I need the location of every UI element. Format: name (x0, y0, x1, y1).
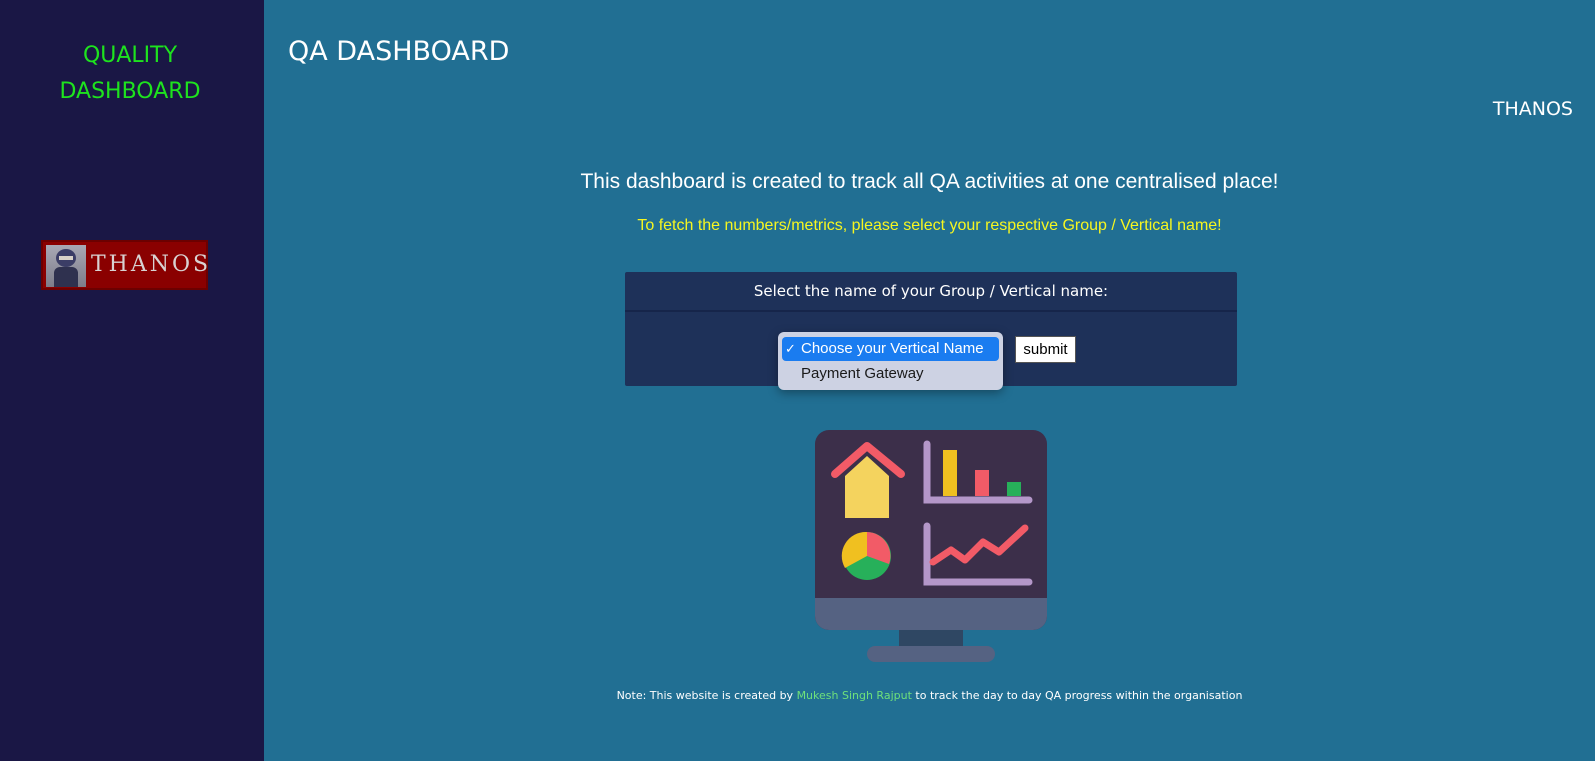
footer-prefix: Note: This website is created by (616, 689, 794, 702)
page-title: QA DASHBOARD (288, 36, 510, 67)
submit-button[interactable]: submit (1015, 336, 1076, 363)
brand-line-2: DASHBOARD (59, 79, 201, 104)
sidebar: QUALITY DASHBOARD THANOS (0, 0, 264, 761)
headline: This dashboard is created to track all Q… (580, 170, 1279, 193)
check-icon: ✓ (785, 341, 796, 356)
footer-note: Note: This website is created by Mukesh … (264, 689, 1595, 702)
brand-line-1: QUALITY (82, 43, 178, 68)
dashboard-monitor-illustration (815, 430, 1047, 662)
brand-title: QUALITY DASHBOARD (0, 38, 260, 110)
panel-title: Select the name of your Group / Vertical… (625, 272, 1237, 312)
author-link[interactable]: Mukesh Singh Rajput (797, 689, 912, 702)
user-name[interactable]: THANOS (1493, 98, 1573, 120)
thanos-logo: THANOS (41, 240, 208, 290)
ninja-icon (46, 245, 86, 287)
footer-suffix: to track the day to day QA progress with… (915, 689, 1243, 702)
select-option-choose[interactable]: ✓ Choose your Vertical Name (782, 337, 999, 361)
instruction-text: To fetch the numbers/metrics, please sel… (637, 217, 1222, 234)
option-label: Payment Gateway (801, 365, 924, 382)
logo-text: THANOS (91, 252, 212, 277)
vertical-select-dropdown[interactable]: ✓ Choose your Vertical Name Payment Gate… (778, 332, 1003, 390)
option-label: Choose your Vertical Name (801, 340, 984, 357)
select-option-payment-gateway[interactable]: Payment Gateway (782, 362, 999, 386)
